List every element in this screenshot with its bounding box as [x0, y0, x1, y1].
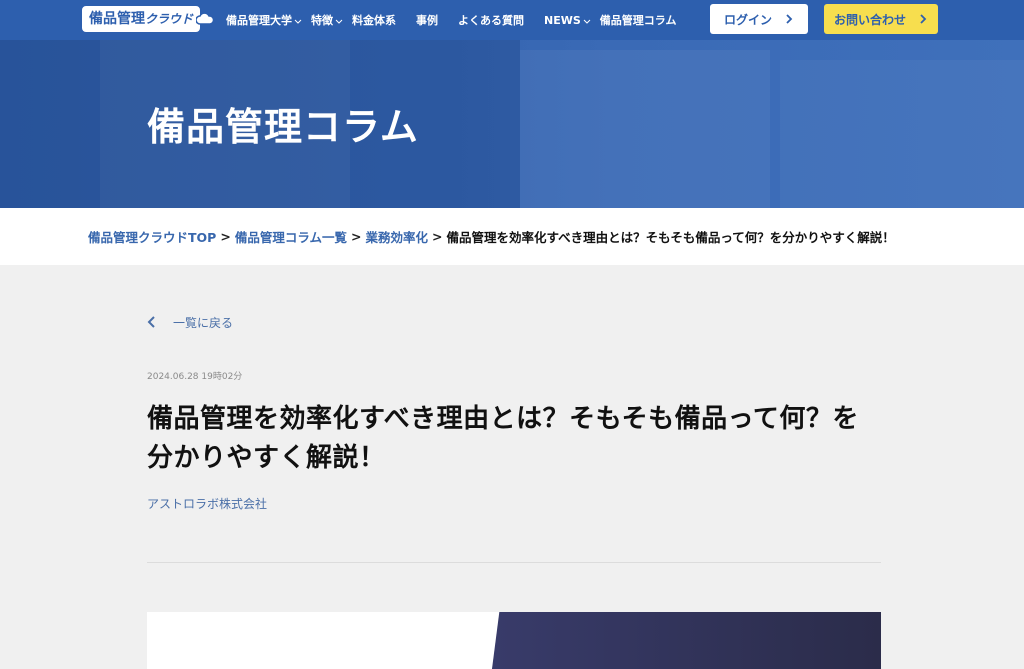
article-featured-image [147, 612, 881, 669]
hero-background-shade [520, 50, 770, 208]
nav-item-label: 事例 [416, 14, 438, 27]
nav-item-label: 備品管理大学 [226, 14, 292, 27]
chevron-down-icon [583, 19, 591, 24]
hero-title: 備品管理コラム [147, 105, 419, 149]
login-button[interactable]: ログイン [710, 4, 808, 34]
back-to-list-link[interactable]: 一覧に戻る [147, 312, 233, 332]
main-nav: 備品管理大学 特徴 料金体系 事例 よくある質問 NEWS 備品管理コラム [226, 0, 676, 40]
nav-item-features[interactable]: 特徴 [311, 12, 344, 28]
nav-item-label: よくある質問 [458, 14, 524, 27]
site-logo[interactable]: 備品管理クラウド [82, 6, 215, 32]
contact-button-label: お問い合わせ [833, 12, 906, 27]
article-company[interactable]: アストロラボ株式会社 [147, 495, 267, 512]
breadcrumb-link-top[interactable]: 備品管理クラウドTOP [88, 227, 216, 246]
breadcrumb-separator: > [350, 229, 362, 244]
login-button-label: ログイン [723, 12, 772, 27]
breadcrumb-link-category[interactable]: 業務効率化 [365, 227, 428, 246]
chevron-right-icon [786, 14, 793, 24]
chevron-right-icon [920, 14, 927, 24]
chevron-down-icon [294, 19, 302, 24]
nav-item-label: 特徴 [311, 14, 333, 27]
logo-mark: 備品管理クラウド [82, 6, 201, 32]
chevron-left-icon [147, 316, 155, 328]
cloud-icon [196, 12, 215, 25]
nav-item-label: 備品管理コラム [599, 14, 677, 27]
breadcrumb-current: 備品管理を効率化すべき理由とは？そもそも備品って何？を分かりやすく解説！ [446, 230, 895, 245]
nav-item-label: NEWS [544, 13, 581, 27]
hero-background-shade [780, 60, 1024, 208]
article-date: 2024.06.28 19時02分 [147, 372, 243, 382]
breadcrumb: 備品管理クラウドTOP > 備品管理コラム一覧 > 業務効率化 > 備品管理を効… [0, 208, 1024, 265]
contact-button[interactable]: お問い合わせ [824, 4, 938, 34]
back-link-label: 一覧に戻る [173, 315, 234, 330]
top-navigation-bar: 備品管理クラウド 備品管理大学 特徴 料金体系 事例 よくある質問 NEWS 備… [0, 0, 1024, 40]
nav-item-university[interactable]: 備品管理大学 [226, 12, 303, 28]
hero-banner: 備品管理コラム [0, 40, 1024, 208]
breadcrumb-separator: > [220, 229, 231, 244]
nav-item-label: 料金体系 [352, 14, 396, 27]
featured-image-dark-panel [491, 612, 881, 669]
nav-item-column[interactable]: 備品管理コラム [600, 12, 677, 28]
divider [147, 562, 881, 563]
chevron-down-icon [335, 19, 343, 24]
nav-item-faq[interactable]: よくある質問 [458, 12, 524, 28]
article-title: 備品管理を効率化すべき理由とは？そもそも備品って何？を分かりやすく解説！ [147, 404, 859, 473]
nav-item-pricing[interactable]: 料金体系 [352, 12, 396, 28]
nav-item-news[interactable]: NEWS [544, 14, 592, 27]
breadcrumb-separator: > [431, 229, 443, 244]
breadcrumb-link-column-list[interactable]: 備品管理コラム一覧 [235, 227, 347, 246]
nav-item-cases[interactable]: 事例 [416, 12, 438, 28]
